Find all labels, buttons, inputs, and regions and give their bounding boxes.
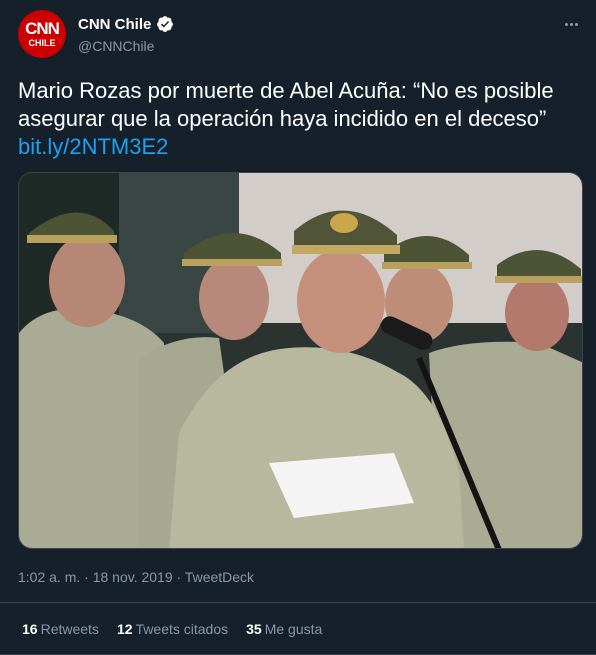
quotes-label: Tweets citados	[135, 621, 229, 637]
display-name[interactable]: CNN Chile	[78, 16, 151, 33]
quotes-count: 12	[116, 621, 133, 637]
likes-count: 35	[246, 621, 262, 637]
tweet-link[interactable]: bit.ly/2NTM3E2	[18, 133, 583, 161]
likes-stat[interactable]: 35 Me gusta	[246, 621, 322, 637]
tweet-photo[interactable]	[18, 172, 583, 549]
author-name-row: CNN Chile	[78, 15, 174, 33]
author-handle[interactable]: @CNNChile	[78, 38, 154, 54]
avatar[interactable]: CNN CHILE	[18, 10, 66, 58]
retweets-stat[interactable]: 16 Retweets	[22, 621, 99, 637]
engagement-stats: 16 Retweets 12 Tweets citados 35 Me gusta	[22, 621, 322, 637]
quote-tweets-stat[interactable]: 12 Tweets citados	[117, 621, 228, 637]
tweet-text: Mario Rozas por muerte de Abel Acuña: “N…	[18, 77, 583, 161]
divider	[0, 602, 596, 603]
verified-badge-icon	[157, 16, 174, 32]
likes-label: Me gusta	[264, 621, 323, 637]
more-options-icon[interactable]	[560, 14, 582, 34]
avatar-logo: CNN	[25, 18, 60, 38]
photo-carabineros-press-conference	[19, 173, 582, 548]
avatar-logo-sub: CHILE	[28, 37, 56, 48]
retweets-label: Retweets	[40, 621, 99, 637]
tweet-body: Mario Rozas por muerte de Abel Acuña: “N…	[18, 78, 554, 131]
tweet-timestamp[interactable]: 1:02 a. m. · 18 nov. 2019 · TweetDeck	[18, 569, 254, 585]
retweets-count: 16	[22, 621, 38, 637]
